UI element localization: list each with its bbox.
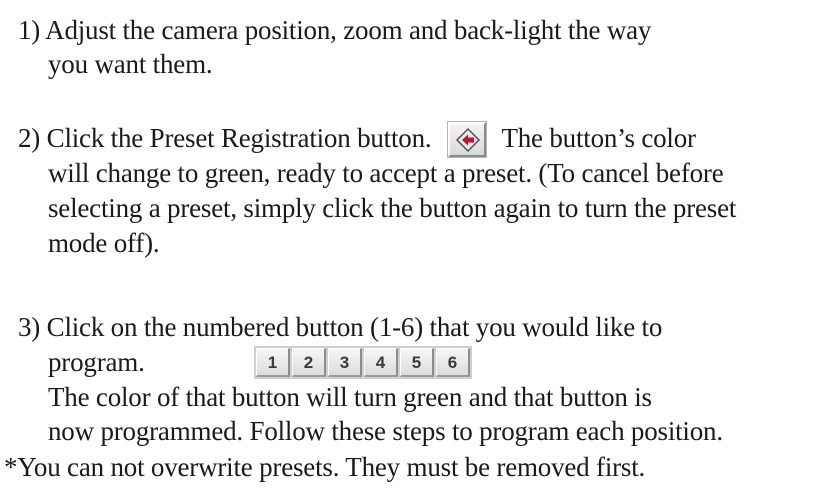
step-2-line-2: will change to green, ready to accept a …	[48, 158, 724, 188]
step-3-line-3: The color of that button will turn green…	[48, 382, 652, 412]
step-2-line-4: mode off).	[48, 228, 160, 258]
preset-button-4[interactable]: 4	[364, 348, 398, 377]
preset-registration-icon	[455, 127, 481, 153]
preset-button-5[interactable]: 5	[400, 348, 434, 377]
step-3-line-4: now programmed. Follow these steps to pr…	[48, 416, 723, 446]
step-2-line-1-lead: 2) Click the Preset Registration button.	[18, 123, 432, 153]
step-1-line-1: 1) Adjust the camera position, zoom and …	[18, 15, 652, 45]
preset-button-3[interactable]: 3	[328, 348, 362, 377]
preset-button-2[interactable]: 2	[292, 348, 326, 377]
step-2-line-3: selecting a preset, simply click the but…	[48, 193, 737, 223]
overwrite-note: *You can not overwrite presets. They mus…	[4, 452, 646, 482]
step-3-line-1: 3) Click on the numbered button (1-6) th…	[18, 312, 663, 342]
step-1-line-2: you want them.	[48, 49, 213, 79]
preset-button-1[interactable]: 1	[256, 348, 290, 377]
preset-button-6[interactable]: 6	[436, 348, 470, 377]
step-3-line-2: program.	[48, 347, 145, 377]
step-2-line-1: 2) Click the Preset Registration button.…	[18, 122, 696, 154]
preset-registration-button[interactable]	[447, 121, 487, 158]
step-2-line-1-tail: The button’s color	[501, 123, 696, 153]
numbered-preset-buttons: 1 2 3 4 5 6	[254, 346, 472, 379]
